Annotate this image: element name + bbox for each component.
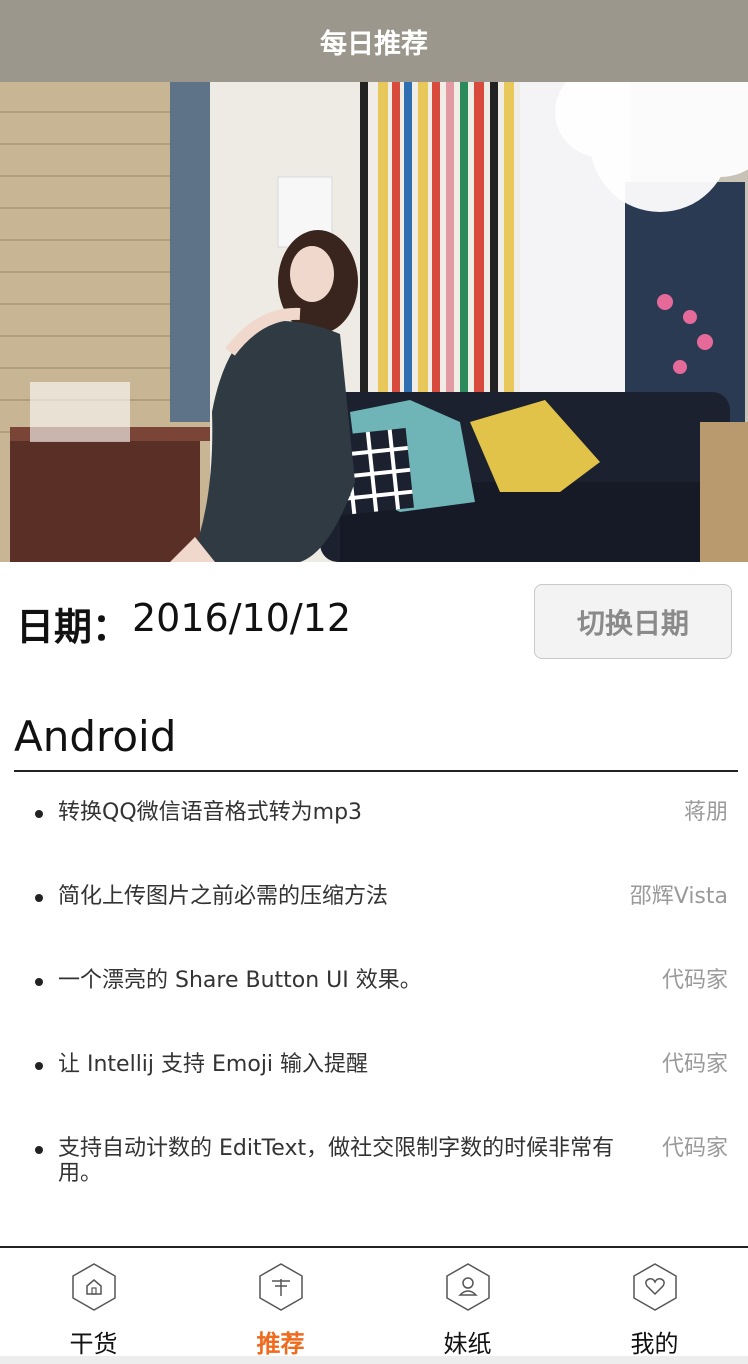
hero-photo[interactable] xyxy=(0,82,748,562)
date-label: 日期： xyxy=(16,605,131,649)
article-author: 代码家 xyxy=(661,968,728,993)
section-title: Android xyxy=(14,712,177,761)
app-root: 每日推荐 日期： 2016/10/12 切换日期 Android 转换QQ微信语… xyxy=(0,0,748,1364)
tab-label: 干货 xyxy=(69,1330,118,1358)
article-item[interactable]: 让 Intellij 支持 Emoji 输入提醒 代码家 xyxy=(0,1052,748,1112)
article-item[interactable]: 支持自动计数的 EditText，做社交限制字数的时候非常有用。 代码家 xyxy=(0,1136,748,1206)
bullet-icon xyxy=(35,1062,43,1070)
photo-illustration xyxy=(0,82,748,562)
page-title: 每日推荐 xyxy=(320,28,428,60)
signpost-icon xyxy=(258,1263,303,1311)
article-item[interactable]: 转换QQ微信语音格式转为mp3 蒋朋 xyxy=(0,800,748,860)
article-author: 邵辉Vista xyxy=(629,884,728,909)
app-header: 每日推荐 xyxy=(0,0,748,82)
date-row: 日期： 2016/10/12 切换日期 xyxy=(0,562,748,680)
tab-label: 推荐 xyxy=(256,1330,305,1358)
heart-icon xyxy=(632,1263,677,1311)
article-title[interactable]: 支持自动计数的 EditText，做社交限制字数的时候非常有用。 xyxy=(58,1136,638,1186)
article-author: 代码家 xyxy=(661,1136,728,1161)
tab-wode[interactable]: 我的 xyxy=(561,1248,748,1364)
tab-meizhi[interactable]: 妹纸 xyxy=(374,1248,561,1364)
tab-label: 妹纸 xyxy=(443,1330,492,1358)
article-item[interactable]: 一个漂亮的 Share Button UI 效果。 代码家 xyxy=(0,968,748,1028)
person-icon xyxy=(445,1263,490,1311)
switch-date-button[interactable]: 切换日期 xyxy=(534,584,732,659)
tab-label: 我的 xyxy=(630,1330,679,1358)
bottom-tab-bar: 干货 推荐 妹纸 我的 xyxy=(0,1246,748,1364)
article-author: 代码家 xyxy=(661,1052,728,1077)
bullet-icon xyxy=(35,810,43,818)
article-author: 蒋朋 xyxy=(683,800,728,825)
article-title[interactable]: 简化上传图片之前必需的压缩方法 xyxy=(58,884,638,909)
home-icon xyxy=(71,1263,116,1311)
date-value: 2016/10/12 xyxy=(132,596,352,640)
tab-ganhuo[interactable]: 干货 xyxy=(0,1248,187,1364)
bullet-icon xyxy=(35,894,43,902)
article-item[interactable]: 简化上传图片之前必需的压缩方法 邵辉Vista xyxy=(0,884,748,944)
tab-tuijian[interactable]: 推荐 xyxy=(187,1248,374,1364)
article-title[interactable]: 一个漂亮的 Share Button UI 效果。 xyxy=(58,968,638,993)
bullet-icon xyxy=(35,978,43,986)
article-title[interactable]: 转换QQ微信语音格式转为mp3 xyxy=(58,800,638,825)
article-title[interactable]: 让 Intellij 支持 Emoji 输入提醒 xyxy=(58,1052,638,1077)
section-divider xyxy=(14,770,738,772)
system-bottom-strip xyxy=(0,1356,748,1364)
bullet-icon xyxy=(35,1146,43,1154)
